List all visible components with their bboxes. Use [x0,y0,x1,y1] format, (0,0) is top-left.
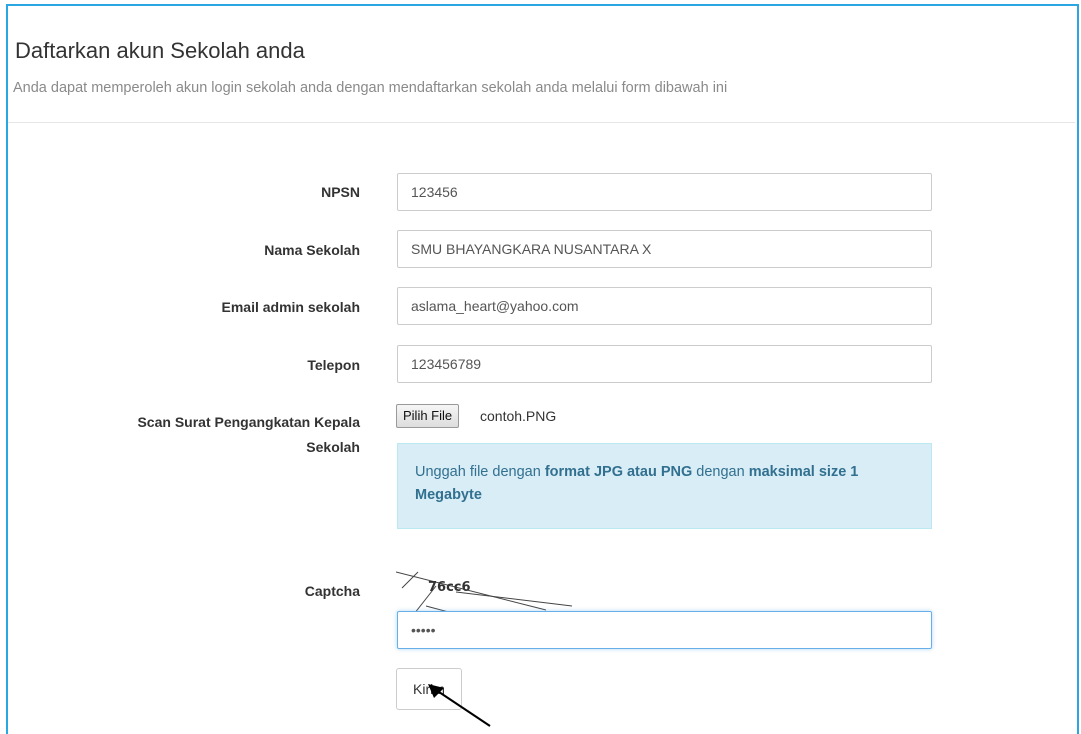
chosen-file-name: contoh.PNG [480,408,557,424]
mouse-pointer-icon [428,684,491,727]
npsn-input[interactable] [397,173,932,211]
page-subtitle: Anda dapat memperoleh akun login sekolah… [13,80,728,96]
choose-file-button[interactable]: Pilih File [396,404,460,428]
captcha-text: 76cc6 [428,580,471,595]
telepon-label: Telepon [307,357,360,373]
upload-info-box: Unggah file dengan format JPG atau PNG d… [397,443,932,529]
header-divider [8,122,1075,123]
page-title: Daftarkan akun Sekolah anda [15,38,305,63]
captcha-label: Captcha [304,583,360,599]
npsn-label: NPSN [321,184,360,200]
info-text-2: dengan [692,464,749,480]
captcha-input[interactable] [397,611,932,649]
captcha-image: 76cc6 [396,571,573,614]
nama-sekolah-label: Nama Sekolah [264,242,360,258]
email-input[interactable] [397,287,932,325]
info-text-1: Unggah file dengan [415,464,545,480]
nama-sekolah-input[interactable] [397,230,932,268]
telepon-input[interactable] [397,345,932,383]
email-label: Email admin sekolah [221,299,361,315]
scan-label-line1: Scan Surat Pengangkatan Kepala [137,414,360,430]
scan-label-line2: Sekolah [306,439,360,455]
info-format: format JPG atau PNG [544,464,693,480]
